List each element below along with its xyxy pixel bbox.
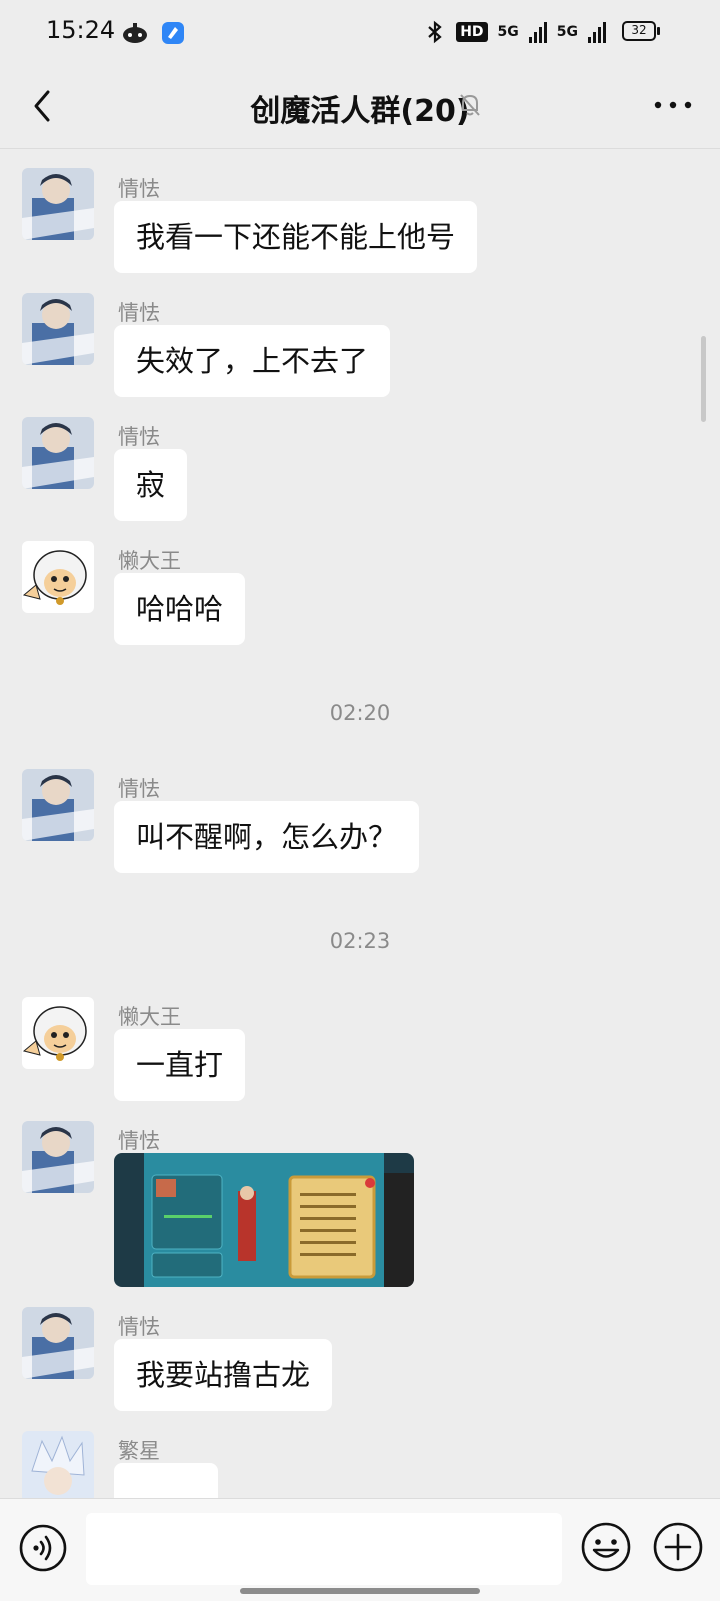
message-bubble[interactable] [114,1463,218,1499]
message-bubble[interactable]: 哈哈哈 [114,573,246,645]
message-bubble[interactable]: 我看一下还能不能上他号 [114,201,478,273]
message-bubble[interactable]: 失效了，上不去了 [114,325,391,397]
app-notification-icon [162,22,184,44]
voice-icon[interactable] [18,1523,68,1573]
game-controller-icon [123,23,147,43]
message-input[interactable] [86,1513,562,1585]
bell-off-icon [460,94,480,116]
message-list[interactable]: 情怯 我看一下还能不能上他号 情怯 失效了，上不去了 情怯 寂 懒大王 哈哈哈 … [0,149,720,1499]
plus-icon[interactable] [652,1521,704,1573]
avatar-qingqie[interactable] [22,293,94,365]
more-dots-icon[interactable] [650,90,696,120]
time-divider: 02:23 [329,929,391,953]
input-bar [0,1498,720,1601]
chat-header: 创魔活人群(20) [0,64,720,149]
sender-name: 情怯 [118,177,160,201]
avatar-qingqie[interactable] [22,1121,94,1193]
signal-1-icon [528,21,547,43]
sender-name: 情怯 [118,1315,160,1339]
message-bubble[interactable]: 一直打 [114,1029,246,1101]
status-time: 15:24 [46,16,116,44]
signal-2-label: 5G [556,24,578,40]
bluetooth-icon [428,20,442,44]
avatar-qingqie[interactable] [22,168,94,240]
message-bubble[interactable]: 我要站撸古龙 [114,1339,333,1411]
sender-name: 懒大王 [118,1005,181,1029]
sender-name: 情怯 [118,425,160,449]
status-indicators: HD 5G 5G 32 [424,18,662,46]
sender-name: 情怯 [118,777,160,801]
signal-1-label: 5G [497,24,519,40]
message-bubble[interactable]: 叫不醒啊，怎么办？ [114,801,420,873]
signal-2-icon [588,21,606,43]
image-message[interactable] [114,1153,414,1287]
time-divider: 02:20 [329,701,391,725]
avatar-qingqie[interactable] [22,769,94,841]
sender-name: 情怯 [118,301,160,325]
sender-name: 情怯 [118,1129,160,1153]
battery-icon: 32 [622,21,662,43]
hd-badge: HD [456,22,488,42]
status-bar: 15:24 HD 5G 5G 32 [0,0,720,64]
avatar-qingqie[interactable] [22,417,94,489]
home-indicator[interactable] [240,1588,480,1594]
emoji-icon[interactable] [580,1521,632,1573]
avatar-fanxing[interactable] [22,1431,94,1499]
scroll-indicator[interactable] [701,336,706,422]
sender-name: 繁星 [118,1439,160,1463]
battery-level: 32 [631,23,647,37]
message-bubble[interactable]: 寂 [114,449,188,521]
avatar-landawang[interactable] [22,997,94,1069]
sender-name: 懒大王 [118,549,181,573]
avatar-qingqie[interactable] [22,1307,94,1379]
chat-title: 创魔活人群(20) [250,94,470,129]
avatar-landawang[interactable] [22,541,94,613]
